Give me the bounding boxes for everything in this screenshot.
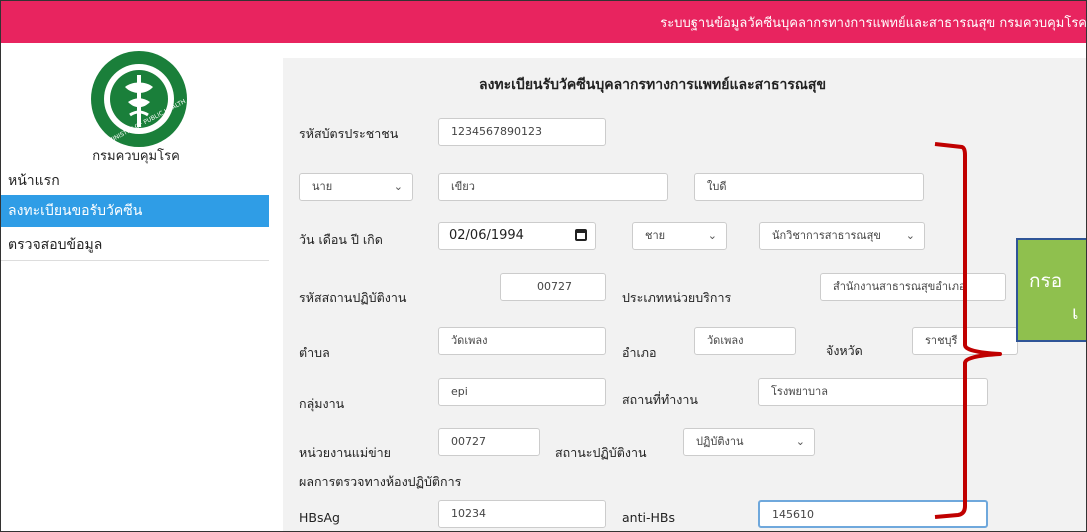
service-type-input[interactable]: สำนักงานสาธารณสุขอำเภอ [820, 273, 1006, 301]
first-name-input[interactable]: เขียว [438, 173, 668, 201]
header-title: ระบบฐานข้อมูลวัคซีนบุคลากรทางการแพทย์และ… [660, 16, 1087, 31]
department-name: กรมควบคุมโรค [92, 149, 180, 164]
workplace-code-label: รหัสสถานปฏิบัติงาน [299, 290, 407, 305]
parent-unit-input[interactable]: 00727 [438, 428, 540, 456]
chevron-down-icon: ⌄ [795, 435, 805, 448]
chevron-down-icon: ⌄ [707, 229, 717, 242]
sidebar: MINISTRY OF PUBLIC HEALTH กรมควบคุมโรค ห… [1, 43, 269, 532]
anti-hbs-input[interactable]: 145610 [758, 500, 988, 528]
citizen-id-input[interactable]: 1234567890123 [438, 118, 606, 146]
parent-unit-label: หน่วยงานแม่ข่าย [299, 445, 391, 460]
top-header-bar: ระบบฐานข้อมูลวัคซีนบุคลากรทางการแพทย์และ… [1, 1, 1087, 43]
chevron-down-icon: ⌄ [905, 229, 915, 242]
callout-text-line2: เ [1072, 302, 1079, 324]
work-status-value: ปฏิบัติงาน [696, 435, 744, 448]
province-input[interactable]: ราชบุรี [912, 327, 1018, 355]
hbsag-label: HBsAg [299, 510, 340, 525]
prefix-select[interactable]: นาย ⌄ [299, 173, 413, 201]
subdistrict-label: ตำบล [299, 345, 330, 360]
workplace-code-input[interactable]: 00727 [500, 273, 606, 301]
gender-value: ชาย [645, 229, 666, 242]
birth-date-value: 02/06/1994 [449, 228, 524, 243]
position-value: นักวิชาการสาธารณสุข [772, 229, 881, 242]
district-label: อำเภอ [622, 345, 657, 360]
service-type-label: ประเภทหน่วยบริการ [622, 290, 732, 305]
workplace-input[interactable]: โรงพยาบาล [758, 378, 988, 406]
calendar-icon[interactable] [575, 229, 587, 241]
annotation-callout: กรอ เ [1016, 238, 1087, 342]
gender-select[interactable]: ชาย ⌄ [632, 222, 727, 250]
prefix-value: นาย [312, 180, 333, 193]
province-label: จังหวัด [826, 343, 863, 358]
work-status-select[interactable]: ปฏิบัติงาน ⌄ [683, 428, 815, 456]
form-title: ลงทะเบียนรับวัคซีนบุคลากรทางการแพทย์และส… [479, 77, 827, 93]
workplace-code-value: 00727 [537, 280, 572, 293]
work-group-label: กลุ่มงาน [299, 396, 345, 411]
last-name-input[interactable]: ใบดี [694, 173, 924, 201]
work-group-input[interactable]: epi [438, 378, 606, 406]
hbsag-input[interactable]: 10234 [438, 500, 606, 528]
birth-date-label: วัน เดือน ปี เกิด [299, 232, 383, 247]
district-input[interactable]: วัดเพลง [694, 327, 796, 355]
anti-hbs-label: anti-HBs [622, 510, 675, 525]
sidebar-item-check-data[interactable]: ตรวจสอบข้อมูล [1, 229, 269, 261]
work-status-label: สถานะปฏิบัติงาน [555, 445, 647, 460]
subdistrict-input[interactable]: วัดเพลง [438, 327, 606, 355]
lab-section-heading: ผลการตรวจทางห้องปฏิบัติการ [299, 474, 462, 489]
sidebar-item-register[interactable]: ลงทะเบียนขอรับวัคซีน [1, 195, 269, 227]
ministry-logo: MINISTRY OF PUBLIC HEALTH [91, 51, 187, 147]
sidebar-item-home[interactable]: หน้าแรก [1, 165, 269, 197]
birth-date-input[interactable]: 02/06/1994 [438, 222, 596, 250]
workplace-label: สถานที่ทำงาน [622, 392, 698, 407]
chevron-down-icon: ⌄ [393, 180, 403, 193]
callout-text-line1: กรอ [1029, 270, 1063, 292]
citizen-id-label: รหัสบัตรประชาชน [299, 126, 399, 141]
registration-form: ลงทะเบียนรับวัคซีนบุคลากรทางการแพทย์และส… [283, 58, 1087, 532]
position-select[interactable]: นักวิชาการสาธารณสุข ⌄ [759, 222, 925, 250]
